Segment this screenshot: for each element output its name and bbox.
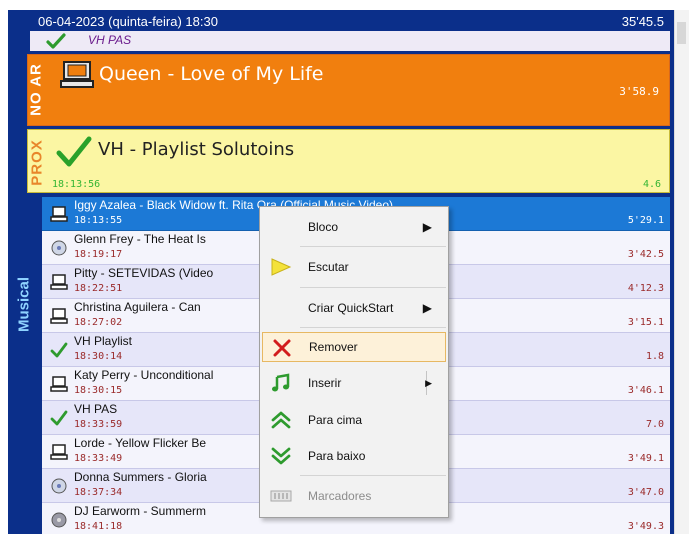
check-icon [46,33,66,49]
on-air-title: Queen - Love of My Life [99,63,324,85]
menu-separator [300,475,446,476]
menu-item-escutar[interactable]: Escutar [262,252,446,282]
menu-separator [300,287,446,288]
track-duration: 3'47.0 [627,487,664,498]
track-start-time: 18:19:17 [74,249,123,260]
markers-icon [270,490,292,502]
disc-icon [51,512,67,528]
track-title: Christina Aguilera - Can [74,300,201,314]
on-air-duration: 3'58.9 [619,85,659,98]
computer-icon [50,444,68,460]
play-icon [271,258,292,276]
track-start-time: 18:33:59 [74,419,123,430]
track-duration: 3'46.1 [627,385,664,396]
submenu-arrow-icon: ▶ [422,301,432,315]
computer-icon [50,308,68,324]
menu-item-criar-quickstart[interactable]: Criar QuickStart ▶ [262,293,446,323]
track-duration: 3'15.1 [627,317,664,328]
cd-icon [51,240,67,256]
check-icon [56,136,92,167]
next-label: PROX [28,139,46,186]
track-duration: 3'49.3 [627,521,664,532]
track-title: Lorde - Yellow Flicker Be [74,436,207,450]
remove-icon [273,339,291,357]
on-air-label: NO AR [27,63,45,116]
track-title: VH PAS [74,402,118,416]
track-duration: 1.8 [645,351,664,362]
track-start-time: 18:13:55 [74,215,123,226]
menu-separator [300,246,446,247]
header-datetime: 06-04-2023 (quinta-feira) 18:30 [38,14,218,29]
computer-icon [50,206,68,222]
track-start-time: 18:27:02 [74,317,123,328]
category-label: Musical [15,276,33,333]
track-start-time: 18:33:49 [74,453,123,464]
track-start-time: 18:30:15 [74,385,123,396]
next-title: VH - Playlist Solutoins [98,139,295,160]
playlist-header: 06-04-2023 (quinta-feira) 18:30 35'45.5 [30,13,670,31]
header-total-duration: 35'45.5 [621,14,664,29]
menu-item-inserir[interactable]: Inserir ▶ [262,368,446,398]
track-title: Glenn Frey - The Heat Is [74,232,206,246]
computer-icon [50,274,68,290]
check-icon [50,342,68,358]
track-start-time: 18:37:34 [74,487,123,498]
submenu-arrow-icon: ▶ [422,220,432,234]
menu-item-remover[interactable]: Remover [262,332,446,362]
track-duration: 3'42.5 [627,249,664,260]
track-title: Katy Perry - Unconditional [74,368,214,382]
track-start-time: 18:22:51 [74,283,123,294]
vertical-scrollbar[interactable] [674,10,689,534]
track-duration: 7.0 [645,419,664,430]
track-duration: 4'12.3 [627,283,664,294]
computer-icon [50,376,68,392]
check-icon [50,410,68,426]
on-air-panel[interactable]: NO AR Queen - Love of My Life 3'58.9 [27,54,670,126]
cd-icon [51,478,67,494]
track-duration: 3'49.1 [627,453,664,464]
track-start-time: 18:41:18 [74,521,123,532]
previous-item-title: VH PAS [88,33,132,47]
next-duration: 4.6 [642,179,661,190]
context-menu: Bloco ▶ Escutar Criar QuickStart ▶ Remov… [259,206,449,518]
track-start-time: 18:30:14 [74,351,123,362]
track-duration: 5'29.1 [627,215,664,226]
scrollbar-thumb[interactable] [677,22,686,44]
computer-icon [60,61,94,88]
next-item-panel[interactable]: PROX VH - Playlist Solutoins 18:13:56 4.… [27,129,670,193]
track-title: DJ Earworm - Summerm [74,504,207,518]
track-title: Donna Summers - Gloria [74,470,207,484]
menu-item-para-baixo[interactable]: Para baixo [262,441,446,471]
track-title: VH Playlist [74,334,133,348]
menu-item-marcadores[interactable]: Marcadores [262,481,446,511]
previous-item[interactable]: VH PAS [30,31,670,51]
menu-item-para-cima[interactable]: Para cima [262,405,446,435]
menu-item-bloco[interactable]: Bloco ▶ [262,212,446,242]
submenu-arrow-icon[interactable]: ▶ [425,378,432,389]
menu-separator [300,327,446,328]
music-note-icon [272,373,290,392]
chevron-down-icon [271,447,291,465]
chevron-up-icon [271,411,291,429]
next-time: 18:13:56 [52,179,101,190]
track-title: Pitty - SETEVIDAS (Video [74,266,214,280]
